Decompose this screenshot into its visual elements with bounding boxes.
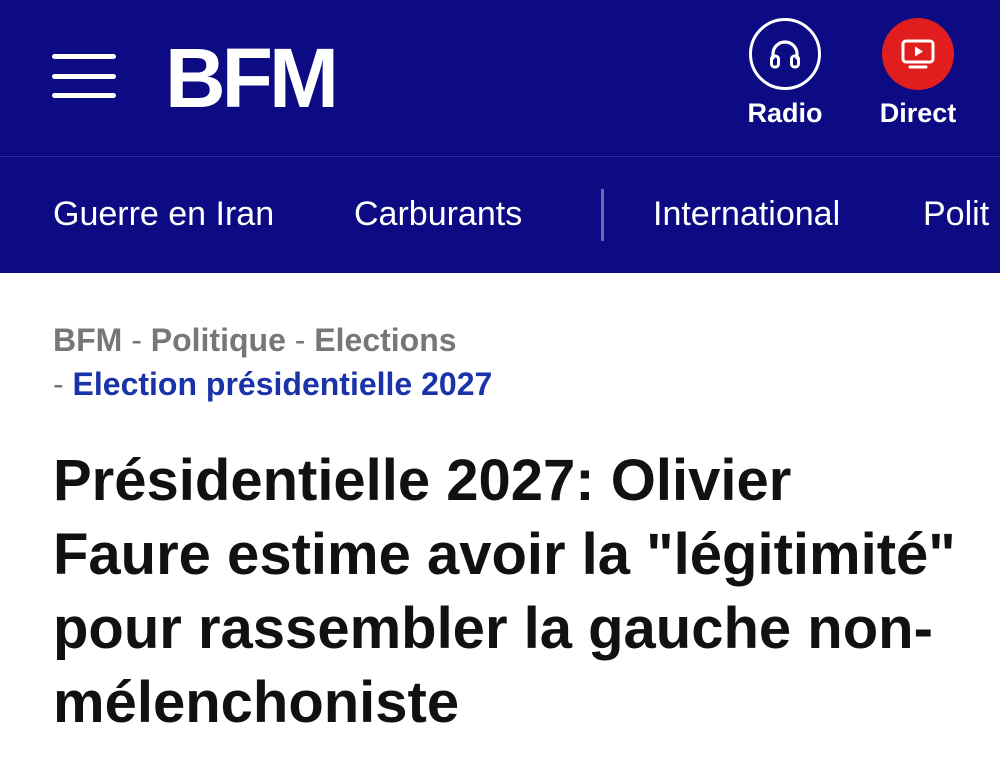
breadcrumb-election-presidentielle-2027[interactable]: Election présidentielle 2027: [73, 366, 493, 402]
direct-button[interactable]: Direct: [868, 18, 968, 129]
nav-item-politique[interactable]: Polit: [923, 195, 989, 234]
bfm-logo[interactable]: BFM: [165, 36, 339, 120]
radio-label: Radio: [747, 98, 823, 128]
breadcrumb-separator: -: [294, 322, 306, 358]
menu-bar: [52, 93, 116, 98]
article-headline: Présidentielle 2027: Olivier Faure estim…: [53, 448, 956, 735]
tv-play-icon: [901, 39, 935, 69]
nav-item-carburants[interactable]: Carburants: [354, 195, 522, 234]
headphones-icon: [770, 40, 800, 69]
radio-button[interactable]: Radio: [735, 18, 835, 129]
nav-item-international[interactable]: International: [653, 195, 840, 234]
nav-separator: [601, 189, 604, 241]
radio-icon-circle: [749, 18, 821, 90]
section-nav: Guerre en Iran Carburants International …: [0, 157, 1000, 273]
direct-icon-circle: [882, 18, 954, 90]
breadcrumb-separator: -: [53, 366, 64, 402]
breadcrumb-elections[interactable]: Elections: [314, 322, 456, 358]
breadcrumb-politique[interactable]: Politique: [151, 322, 286, 358]
menu-bar: [52, 73, 116, 79]
breadcrumb: BFM - Politique - Elections - Election p…: [53, 318, 953, 406]
menu-icon[interactable]: [52, 54, 116, 98]
breadcrumb-separator: -: [131, 322, 142, 358]
breadcrumb-bfm[interactable]: BFM: [53, 322, 122, 358]
direct-label: Direct: [879, 98, 957, 128]
top-header: BFM Radio Direct: [0, 0, 1000, 156]
menu-bar: [52, 54, 116, 59]
nav-item-guerre-en-iran[interactable]: Guerre en Iran: [53, 195, 274, 234]
